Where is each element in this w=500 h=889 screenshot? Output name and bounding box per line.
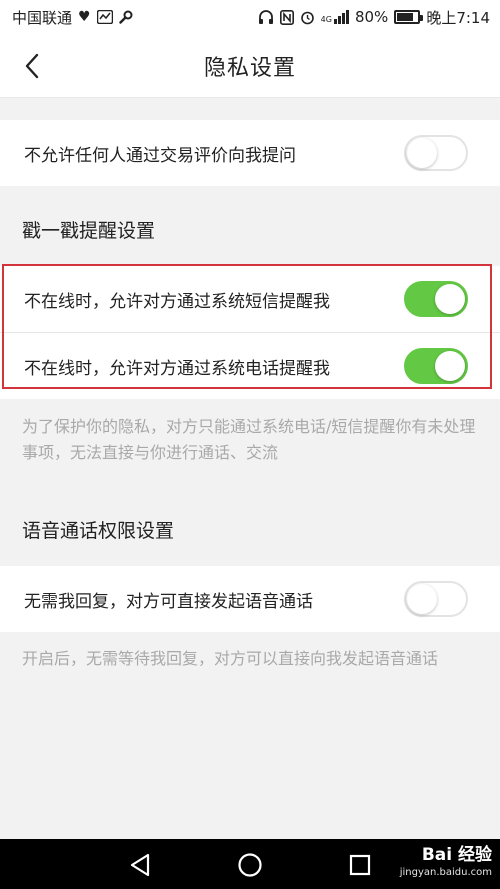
toggle-knob [407,138,437,168]
status-time: 晚上7:14 [426,8,490,27]
poke-hint-text: 为了保护你的隐私，对方只能通过系统电话/短信提醒你有未处理事项，无法直接与你进行… [22,417,476,462]
battery-percent: 80% [354,8,389,26]
nfc-icon [279,9,294,25]
page-title: 隐私设置 [203,55,296,81]
nav-home-button[interactable] [232,847,268,883]
poke-section-title: 戳一戳提醒设置 [22,220,156,242]
setting-row-call-remind: 不在线时，允许对方通过系统电话提醒我 [0,333,500,399]
navigation-header: 隐私设置 [0,34,500,98]
signal-icon: 4G [321,10,349,24]
sms-remind-toggle[interactable] [404,281,468,317]
watermark-url: jingyan.baidu.com [399,867,492,878]
alarm-icon [300,11,314,24]
toggle-knob [435,351,465,381]
heart-icon: ♥ [78,9,91,25]
setting-row-sms-remind: 不在线时，允许对方通过系统短信提醒我 [0,266,500,332]
direct-voice-call-toggle[interactable] [404,581,468,617]
setting-row-no-question-via-review: 不允许任何人通过交易评价向我提问 [0,120,500,186]
circle-home-icon [238,853,262,877]
battery-icon [394,10,424,24]
network-type: 4G [320,15,332,24]
square-recents-icon [349,854,371,876]
no-question-via-review-toggle[interactable] [404,135,468,171]
voice-section-title: 语音通话权限设置 [22,520,175,542]
setting-label: 无需我回复，对方可直接发起语音通话 [24,591,313,612]
toggle-knob [435,284,465,314]
nav-recents-button[interactable] [342,847,378,883]
headset-icon [258,9,273,24]
carrier-name: 中国联通 [12,8,73,27]
toggle-knob [407,584,437,614]
setting-label: 不在线时，允许对方通过系统电话提醒我 [24,358,330,379]
wrench-icon [118,10,133,24]
setting-row-direct-voice-call: 无需我回复，对方可直接发起语音通话 [0,566,500,632]
status-bar-left: 中国联通 ♥ [12,7,133,28]
battery-level [397,13,414,21]
status-bar: 中国联通 ♥ 4G 80% 晚上7:14 [0,0,500,34]
system-navigation-bar: Bai 经验 jingyan.baidu.com [0,839,500,889]
status-bar-right: 4G 80% 晚上7:14 [258,7,490,28]
watermark-brand: Bai 经验 [421,845,492,865]
setting-label: 不在线时，允许对方通过系统短信提醒我 [24,291,330,312]
nav-back-button[interactable] [122,847,158,883]
baidu-jingyan-watermark: Bai 经验 jingyan.baidu.com [400,847,492,878]
chevron-left-icon [25,53,39,79]
back-button[interactable] [14,48,50,84]
call-remind-toggle[interactable] [404,348,468,384]
voice-hint-text: 开启后，无需等待我回复，对方可以直接向我发起语音通话 [22,649,439,668]
triangle-back-icon [130,853,150,877]
setting-label: 不允许任何人通过交易评价向我提问 [24,145,296,166]
activity-icon [96,10,113,24]
